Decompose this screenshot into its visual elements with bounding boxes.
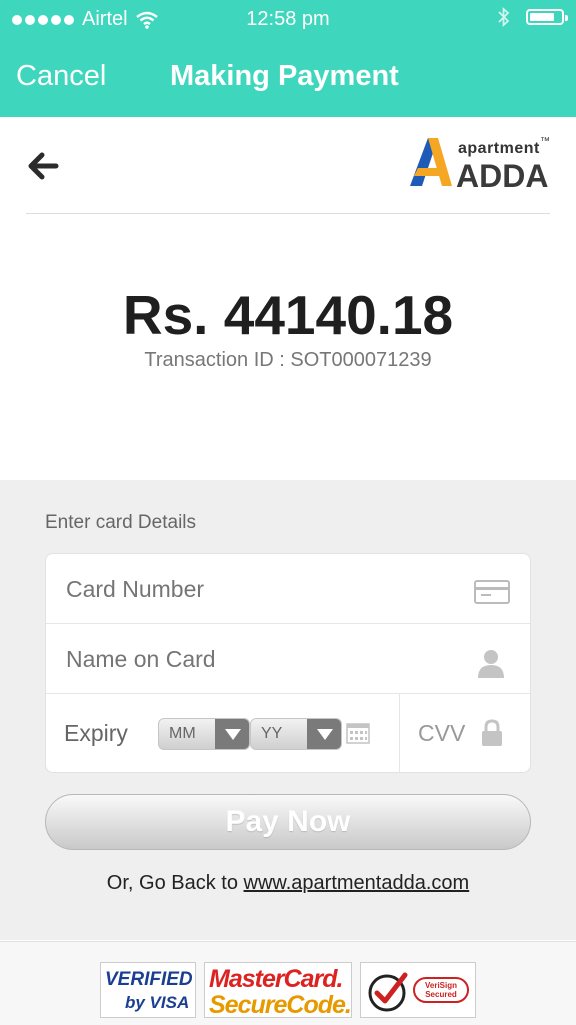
card-section: Enter card Details Expiry MM YY	[0, 480, 576, 940]
logo-small-text: apartment	[458, 140, 540, 157]
visa-badge-line1: VERIFIED	[105, 969, 193, 990]
card-section-label: Enter card Details	[45, 512, 197, 533]
verisign-secured-badge: VeriSign Secured	[360, 962, 476, 1018]
dropdown-arrow-icon	[215, 719, 249, 749]
website-link[interactable]: www.apartmentadda.com	[244, 872, 470, 894]
verisign-line2: Secured	[425, 990, 457, 999]
status-time: 12:58 pm	[246, 8, 330, 30]
cvv-separator	[399, 694, 400, 772]
expiry-year-value: YY	[261, 725, 283, 742]
card-form: Expiry MM YY CVV	[45, 553, 531, 773]
expiry-cvv-row: Expiry MM YY CVV	[46, 694, 530, 772]
top-bar: Airtel 12:58 pm Cancel Making Payment	[0, 0, 576, 117]
go-back-text: Or, Go Back to www.apartmentadda.com	[0, 872, 576, 895]
mastercard-badge-line2: SecureCode.	[209, 991, 352, 1019]
adda-logo-mark-icon	[410, 138, 452, 186]
visa-badge-line2: by VISA	[125, 993, 190, 1012]
logo-big-text: ADDA	[456, 158, 549, 194]
payment-amount: Rs. 44140.18	[122, 284, 454, 346]
name-on-card-input[interactable]	[64, 645, 448, 674]
logo-tm: ™	[540, 136, 550, 147]
lock-icon	[482, 719, 502, 746]
security-badges: VERIFIED by VISA MasterCard. SecureCode.…	[0, 941, 576, 1025]
expiry-month-value: MM	[169, 725, 196, 742]
bluetooth-icon	[498, 7, 510, 27]
transaction-id: Transaction ID : SOT000071239	[144, 349, 432, 371]
dropdown-arrow-icon	[307, 719, 341, 749]
verisign-oval: VeriSign Secured	[413, 977, 469, 1003]
go-back-prefix: Or, Go Back to	[106, 872, 244, 894]
nav-bar: Cancel Making Payment	[0, 40, 576, 117]
calendar-icon	[346, 723, 370, 744]
name-row	[46, 624, 530, 694]
verisign-line1: VeriSign	[424, 981, 457, 990]
status-bar: Airtel 12:58 pm	[0, 0, 576, 40]
verified-by-visa-badge: VERIFIED by VISA	[100, 962, 196, 1018]
expiry-year-select[interactable]: YY	[250, 718, 342, 750]
status-right	[498, 7, 568, 27]
mastercard-badge-line1: MasterCard.	[209, 965, 343, 993]
back-arrow-icon[interactable]	[26, 148, 66, 184]
page-title: Making Payment	[170, 60, 399, 92]
card-number-row	[46, 554, 530, 624]
checkmark-icon	[368, 972, 408, 1012]
divider	[26, 213, 550, 214]
person-icon	[478, 650, 504, 678]
card-number-input[interactable]	[64, 575, 448, 604]
credit-card-icon	[474, 580, 510, 604]
apartment-adda-logo: apartment ™ ADDA	[408, 136, 550, 194]
cancel-button[interactable]: Cancel	[16, 60, 106, 93]
pay-now-button[interactable]: Pay Now	[45, 794, 531, 850]
expiry-month-select[interactable]: MM	[158, 718, 250, 750]
expiry-label: Expiry	[64, 720, 128, 746]
mastercard-securecode-badge: MasterCard. SecureCode.	[204, 962, 352, 1019]
cvv-input[interactable]: CVV	[418, 720, 465, 747]
battery-icon	[526, 9, 568, 25]
